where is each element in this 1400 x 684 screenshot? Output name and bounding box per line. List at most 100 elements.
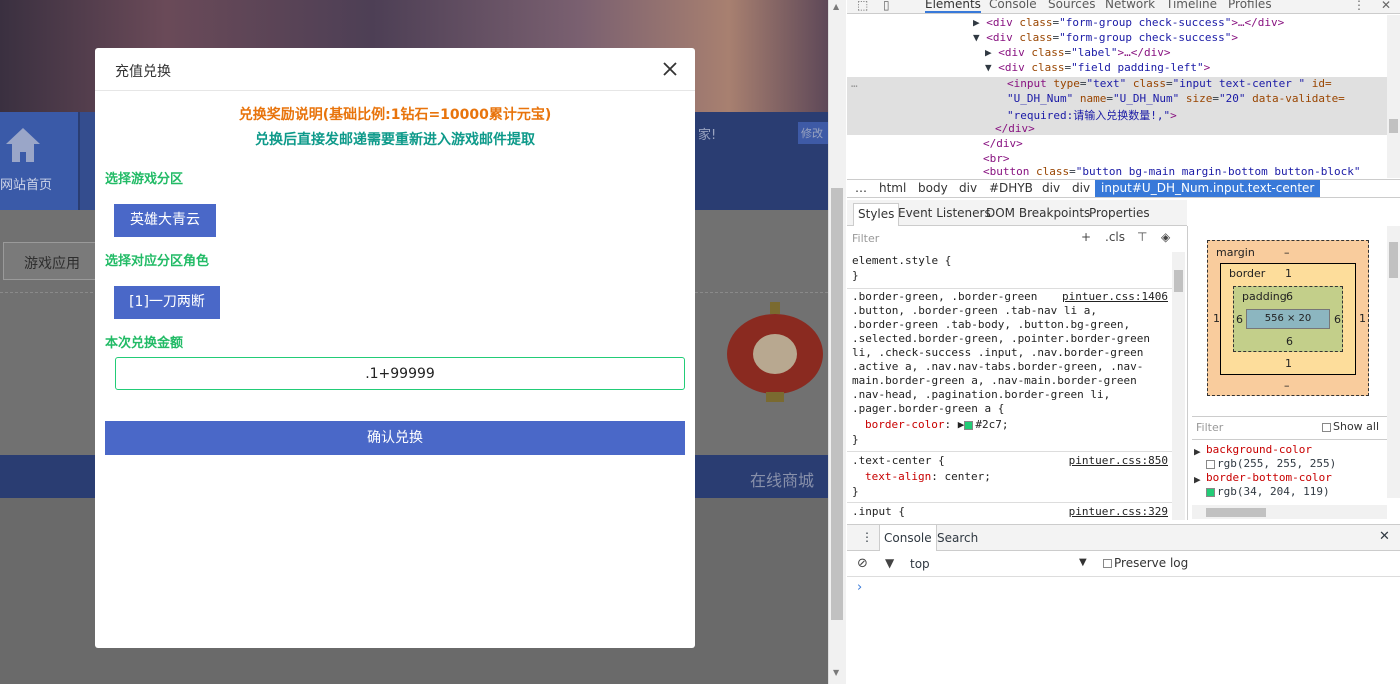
- breadcrumb-item[interactable]: div: [959, 181, 977, 195]
- styles-scrollbar[interactable]: [1172, 252, 1185, 520]
- padding-bottom-value[interactable]: 6: [1286, 335, 1293, 348]
- border-left-value[interactable]: 1: [1213, 312, 1220, 325]
- color-swatch[interactable]: [964, 420, 974, 430]
- computed-filter-input[interactable]: Filter: [1196, 421, 1223, 434]
- computed-property[interactable]: border-bottom-color: [1206, 471, 1332, 484]
- dom-node-input[interactable]: <input type="text" class="input text-cen…: [1007, 77, 1332, 92]
- context-select[interactable]: top: [910, 557, 930, 571]
- breadcrumb-item[interactable]: div: [1042, 181, 1060, 195]
- amount-input[interactable]: [115, 357, 685, 390]
- divider: [847, 288, 1172, 289]
- style-source-link[interactable]: pintuer.css:329: [1069, 505, 1168, 518]
- style-property[interactable]: border-color: ▶ #2c7;: [865, 418, 1008, 431]
- expand-icon[interactable]: ▶: [1194, 445, 1201, 458]
- tab-dom-breakpoints[interactable]: DOM Breakpoints: [986, 206, 1090, 220]
- chevron-down-icon[interactable]: ▼: [1079, 557, 1087, 568]
- drawer-tab-search[interactable]: Search: [937, 531, 978, 545]
- computed-h-scrollbar[interactable]: [1192, 505, 1387, 519]
- padding-left-value[interactable]: 6: [1236, 313, 1243, 326]
- computed-scroll-thumb[interactable]: [1389, 242, 1398, 278]
- server-select-button[interactable]: 英雄大青云: [114, 204, 216, 237]
- pane-divider[interactable]: [1187, 226, 1188, 520]
- tab-event-listeners[interactable]: Event Listeners: [898, 206, 991, 220]
- breadcrumb-item[interactable]: div: [1072, 181, 1090, 195]
- close-icon[interactable]: [662, 61, 678, 77]
- clear-console-icon[interactable]: ⊘: [857, 556, 868, 571]
- footer-mall-link[interactable]: 在线商城: [750, 467, 814, 491]
- console-prompt[interactable]: ›: [857, 580, 862, 595]
- tab-timeline[interactable]: Timeline: [1166, 0, 1217, 11]
- tab-properties[interactable]: Properties: [1089, 206, 1150, 220]
- computed-property[interactable]: background-color: [1206, 443, 1312, 456]
- page-scroll-thumb[interactable]: [831, 188, 843, 620]
- style-source-link[interactable]: pintuer.css:1406: [1062, 290, 1168, 303]
- breadcrumb-item[interactable]: …: [855, 181, 867, 195]
- breadcrumb-item[interactable]: #DHYB: [989, 181, 1033, 195]
- close-drawer-icon[interactable]: ✕: [1379, 529, 1390, 544]
- margin-top-value[interactable]: –: [1284, 246, 1290, 259]
- filter-icon[interactable]: ▼: [885, 556, 894, 570]
- notice-button[interactable]: 修改: [798, 122, 828, 144]
- confirm-exchange-button[interactable]: 确认兑换: [105, 421, 685, 455]
- dom-node[interactable]: ▶ <div class="label">…</div>: [985, 46, 1170, 61]
- role-section-label: 选择对应分区角色: [105, 254, 210, 269]
- scroll-up-icon[interactable]: ▲: [833, 2, 839, 11]
- tab-sources[interactable]: Sources: [1048, 0, 1095, 11]
- tab-styles[interactable]: Styles: [853, 203, 900, 226]
- dom-node[interactable]: ▼ <div class="form-group check-success">: [973, 31, 1238, 46]
- drawer-tab-console[interactable]: Console: [879, 525, 937, 551]
- checkbox-icon[interactable]: [1322, 422, 1331, 432]
- h-scroll-thumb[interactable]: [1206, 508, 1266, 517]
- border-bottom-value[interactable]: 1: [1285, 357, 1292, 370]
- tab-profiles[interactable]: Profiles: [1228, 0, 1272, 11]
- margin-bottom-value[interactable]: –: [1284, 379, 1290, 392]
- style-source-link[interactable]: pintuer.css:850: [1069, 454, 1168, 467]
- scroll-down-icon[interactable]: ▼: [833, 668, 839, 677]
- tab-console[interactable]: Console: [989, 0, 1037, 11]
- box-model-content[interactable]: 556 × 20: [1246, 309, 1330, 329]
- device-icon[interactable]: ▯: [883, 0, 890, 12]
- computed-scrollbar[interactable]: [1387, 226, 1400, 498]
- style-property[interactable]: text-align: center;: [865, 470, 991, 483]
- breadcrumb-item[interactable]: html: [879, 181, 906, 195]
- breadcrumb-item[interactable]: body: [918, 181, 948, 195]
- inspect-icon[interactable]: ⬚: [857, 0, 868, 12]
- border-right-value[interactable]: 1: [1359, 312, 1366, 325]
- tab-game-apps[interactable]: 游戏应用: [3, 242, 96, 280]
- padding-right-value[interactable]: 6: [1334, 313, 1341, 326]
- nav-home[interactable]: 网站首页: [0, 112, 78, 210]
- nav-item[interactable]: [80, 112, 96, 210]
- page-scrollbar[interactable]: ▲ ▼: [828, 0, 846, 684]
- tab-elements[interactable]: Elements: [925, 0, 981, 13]
- role-select-button[interactable]: [1]一刀两断: [114, 286, 220, 319]
- dom-node[interactable]: </div>: [995, 122, 1035, 137]
- pin-icon[interactable]: ⊤: [1137, 230, 1147, 244]
- preserve-log-checkbox[interactable]: Preserve log: [1103, 556, 1188, 570]
- more-icon[interactable]: ⋮: [1353, 0, 1365, 12]
- show-all-checkbox[interactable]: Show all: [1322, 420, 1379, 433]
- tab-network[interactable]: Network: [1105, 0, 1155, 11]
- close-devtools-icon[interactable]: ✕: [1381, 0, 1391, 12]
- dom-node[interactable]: ▶ <div class="form-group check-success">…: [973, 16, 1284, 31]
- drawer-menu-icon[interactable]: ⋮: [861, 530, 873, 544]
- box-model-border: border 1 1 1 1 padding 6 6 6 6 556 × 20: [1213, 263, 1366, 375]
- breadcrumb-active[interactable]: input#U_DH_Num.input.text-center: [1095, 180, 1321, 197]
- exchange-info-title: 兑换奖励说明(基础比例:1钻石=10000累计元宝): [238, 107, 552, 123]
- notice-area: 家! 修改: [694, 112, 828, 152]
- padding-top-value[interactable]: 6: [1286, 290, 1293, 303]
- border-top-value[interactable]: 1: [1285, 267, 1292, 280]
- exchange-info-note: 兑换后直接发邮递需要重新进入游戏邮件提取: [255, 132, 535, 148]
- dom-scrollbar[interactable]: [1387, 15, 1400, 178]
- dom-scroll-thumb[interactable]: [1389, 119, 1398, 133]
- styles-scroll-thumb[interactable]: [1174, 270, 1183, 292]
- add-rule-icon[interactable]: +: [1081, 230, 1091, 244]
- expand-icon[interactable]: ▶: [1194, 473, 1201, 486]
- dom-node[interactable]: ▼ <div class="field padding-left">: [985, 61, 1210, 76]
- checkbox-icon[interactable]: [1103, 559, 1112, 568]
- cls-button[interactable]: .cls: [1105, 230, 1125, 244]
- dom-node[interactable]: </div>: [983, 137, 1023, 152]
- dom-node[interactable]: <button class="button bg-main margin-bot…: [983, 165, 1361, 178]
- dom-node-input-cont: "U_DH_Num" name="U_DH_Num" size="20" dat…: [1007, 92, 1345, 105]
- toggle-icon[interactable]: ◈: [1161, 230, 1170, 244]
- styles-filter-input[interactable]: Filter: [852, 232, 879, 245]
